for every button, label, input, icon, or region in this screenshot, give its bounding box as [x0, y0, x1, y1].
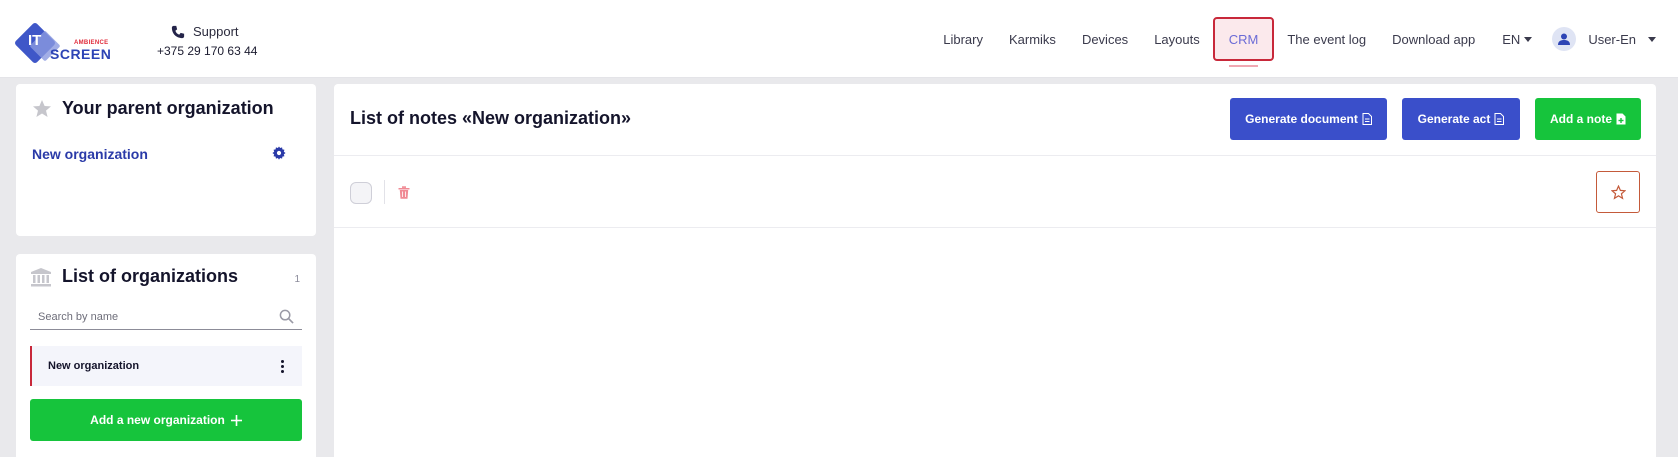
document-icon: [1362, 113, 1372, 125]
nav-crm[interactable]: CRM: [1212, 17, 1275, 67]
add-organization-label: Add a new organization: [90, 413, 225, 427]
logo-screen-text: SCREEN: [50, 46, 112, 62]
generate-document-button[interactable]: Generate document: [1230, 98, 1387, 140]
user-name: User-En: [1588, 31, 1636, 47]
user-icon: [1558, 33, 1571, 45]
organizations-title: List of organizations: [62, 266, 239, 286]
file-plus-icon: [1616, 113, 1626, 125]
nav-library[interactable]: Library: [930, 17, 996, 61]
search-icon[interactable]: [279, 309, 294, 324]
more-options-icon[interactable]: [281, 359, 284, 373]
notes-panel: List of notes «New organization» Generat…: [334, 84, 1656, 457]
organization-item-label: New organization: [48, 360, 140, 372]
nav-karmiks[interactable]: Karmiks: [996, 17, 1069, 61]
star-icon: [33, 99, 51, 117]
parent-organization-link[interactable]: New organization: [32, 146, 148, 162]
organizations-count: 1: [294, 274, 300, 285]
toolbar-divider: [384, 180, 385, 204]
user-menu[interactable]: User-En: [1546, 27, 1678, 51]
nav-layouts[interactable]: Layouts: [1141, 17, 1213, 61]
search-input[interactable]: [30, 304, 270, 330]
nav-download-app[interactable]: Download app: [1379, 17, 1488, 61]
favorite-button[interactable]: [1596, 171, 1640, 213]
generate-act-label: Generate act: [1417, 112, 1491, 126]
it-screen-logo[interactable]: IT AMBIENCE SCREEN: [13, 21, 112, 65]
select-all-checkbox[interactable]: [350, 182, 372, 204]
notes-header: List of notes «New organization» Generat…: [334, 84, 1656, 156]
organization-list-item[interactable]: New organization: [30, 346, 302, 386]
main-nav: Library Karmiks Devices Layouts CRM The …: [930, 0, 1678, 78]
phone-icon: [171, 25, 185, 38]
gear-icon[interactable]: [272, 146, 286, 160]
add-note-button[interactable]: Add a note: [1535, 98, 1641, 140]
support-phone[interactable]: +375 29 170 63 44: [157, 44, 277, 58]
add-organization-button[interactable]: Add a new organization: [30, 399, 302, 441]
chevron-down-icon: [1648, 36, 1656, 42]
add-note-label: Add a note: [1550, 112, 1612, 126]
support-label: Support: [193, 24, 239, 39]
search-box: [30, 304, 302, 330]
language-label: EN: [1502, 31, 1521, 47]
avatar: [1552, 27, 1577, 51]
generate-act-button[interactable]: Generate act: [1402, 98, 1520, 140]
notes-toolbar: [334, 156, 1656, 228]
support-block[interactable]: Support +375 29 170 63 44: [157, 24, 277, 58]
plus-icon: [230, 414, 242, 426]
nav-devices[interactable]: Devices: [1069, 17, 1141, 61]
nav-event-log[interactable]: The event log: [1274, 17, 1379, 61]
notes-title: List of notes «New organization»: [350, 108, 632, 128]
parent-organization-card: Your parent organization New organizatio…: [16, 84, 316, 236]
chevron-down-icon: [1524, 36, 1533, 42]
parent-organization-title: Your parent organization: [62, 98, 274, 118]
document-icon: [1494, 113, 1505, 125]
top-header: IT AMBIENCE SCREEN Support +375 29 170 6…: [0, 0, 1678, 78]
logo-it-text: IT: [28, 32, 42, 49]
star-outline-icon: [1610, 184, 1626, 200]
bank-icon: [31, 267, 51, 286]
organizations-card: List of organizations 1 New organization…: [16, 254, 316, 457]
language-dropdown[interactable]: EN: [1488, 32, 1546, 47]
generate-document-label: Generate document: [1245, 112, 1358, 126]
trash-icon[interactable]: [398, 186, 410, 199]
